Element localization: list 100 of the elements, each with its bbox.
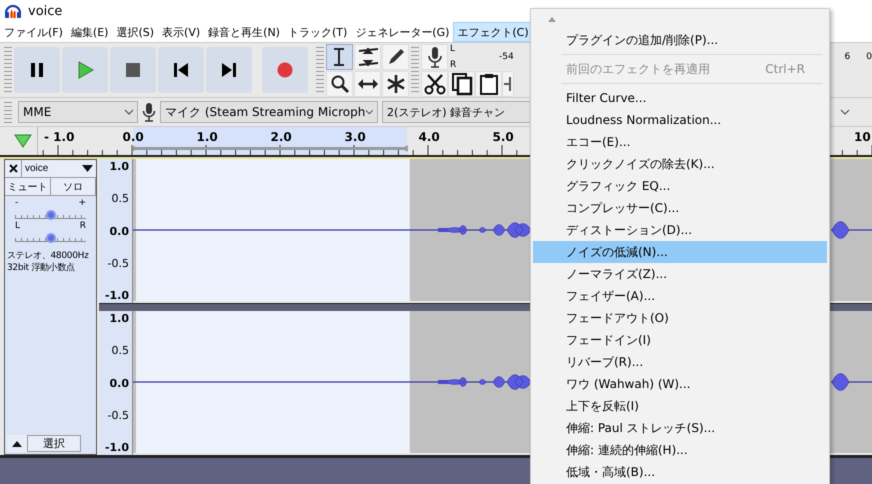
magnifier-tool[interactable] (326, 70, 353, 96)
time-label: - 1.0 (44, 130, 74, 144)
time-label: 4.0 (418, 130, 440, 144)
menu-item[interactable]: 表示(V) (158, 22, 204, 42)
amplitude-label: -1.0 (104, 289, 129, 302)
slider-thumb[interactable] (46, 210, 56, 220)
solo-button[interactable]: ソロ (50, 178, 96, 195)
record-button[interactable] (262, 47, 308, 93)
menu-item[interactable]: 上下を反転(I) (533, 395, 827, 417)
close-button[interactable] (5, 160, 22, 177)
slider-label: L (15, 222, 20, 231)
time-label: 5.0 (492, 130, 514, 144)
trim-icon (504, 76, 512, 90)
menu-item[interactable]: コンプレッサー(C)... (533, 197, 827, 219)
time-label: 3.0 (344, 130, 366, 144)
meter-channel-label: L (450, 44, 456, 54)
menu-item[interactable]: トラック(T) (284, 22, 352, 42)
channels-dropdown[interactable]: 2(ステレオ) 録音チャン (382, 101, 530, 123)
pause-button[interactable] (14, 47, 60, 93)
menu-item[interactable]: フェードイン(I) (533, 329, 827, 351)
menu-item[interactable]: ワウ (Wahwah) (W)... (533, 373, 827, 395)
double-arrow-tool[interactable] (354, 70, 381, 96)
clipboard-button[interactable] (475, 70, 502, 96)
caret-icon (82, 165, 93, 172)
chevron-icon (365, 109, 374, 115)
copy-icon (450, 72, 474, 96)
time-label: 0.0 (122, 130, 144, 144)
copy-button[interactable] (448, 70, 475, 96)
amplitude-label: 0.5 (112, 344, 129, 358)
menu-item[interactable]: ノイズの低減(N)... (533, 241, 827, 263)
menu-item[interactable]: ジェネレーター(G) (351, 22, 454, 42)
time-label: 2.0 (270, 130, 292, 144)
menu-item[interactable]: リバーブ(R)... (533, 351, 827, 373)
menu-item[interactable]: エフェクト(C) (453, 22, 533, 42)
skip-to-end-button[interactable] (206, 47, 252, 93)
menu-item[interactable]: ファイル(F) (0, 22, 67, 42)
grip-handle[interactable] (411, 45, 419, 95)
menu-item[interactable]: 選択(S) (112, 22, 158, 42)
i-beam-tool[interactable] (326, 44, 353, 70)
input-device-dropdown[interactable]: マイク (Steam Streaming Microph (160, 101, 378, 123)
menu-item[interactable]: フェードアウト(O) (533, 307, 827, 329)
meter-scale-label: 6 (844, 52, 850, 62)
meter-channel-label: R (450, 60, 458, 70)
waveform-drawing (831, 220, 872, 240)
track-info-text: ステレオ、48000Hz (7, 250, 90, 262)
menu-item[interactable]: 編集(E) (66, 22, 112, 42)
stop-icon (124, 61, 142, 79)
meter-scale-label: 0 (866, 52, 872, 62)
menu-item[interactable]: 伸縮: Paul ストレッチ(S)... (533, 417, 827, 439)
menu-item[interactable]: ノーマライズ(Z)... (533, 263, 827, 285)
menu-item[interactable]: 伸縮: 連続的伸縮(H)... (533, 439, 827, 461)
slider-label: + (78, 199, 86, 208)
time-label: 1.0 (196, 130, 218, 144)
slider-thumb[interactable] (46, 233, 56, 243)
time-label: 10 (854, 130, 871, 144)
meter-scale-label: -54 (499, 52, 514, 62)
skip-to-start-icon (172, 61, 190, 79)
menu-item[interactable]: Filter Curve... (533, 87, 827, 109)
menu-item[interactable]: Loudness Normalization... (533, 109, 827, 131)
menu-item[interactable]: クリックノイズの除去(K)... (533, 153, 827, 175)
chevron-icon (124, 109, 134, 115)
menu-item[interactable]: フェイザー(A)... (533, 285, 827, 307)
trim-button[interactable] (502, 70, 514, 96)
scissors-button[interactable] (421, 70, 448, 96)
menu-item[interactable]: 低域・高域(B)... (533, 461, 827, 483)
amplitude-label: 0.0 (110, 376, 129, 390)
chevron-icon (840, 109, 850, 115)
pause-icon (28, 61, 46, 79)
menu-item[interactable]: 録音と再生(N) (204, 22, 284, 42)
select-button[interactable]: 選択 (27, 435, 81, 452)
asterisk-tool[interactable] (382, 70, 409, 96)
envelope-tool[interactable] (354, 44, 381, 70)
microphone-icon (142, 102, 156, 122)
pencil-tool[interactable] (382, 44, 409, 70)
up-triangle-icon (12, 440, 22, 446)
grip-handle[interactable] (316, 45, 324, 95)
collapse-button[interactable] (7, 435, 27, 452)
menu-item-label: 前回のエフェクトを再適用 (566, 60, 710, 78)
close-icon (8, 164, 18, 173)
amplitude-label: -0.5 (108, 256, 129, 270)
skip-to-start-button[interactable] (158, 47, 204, 93)
slider-label: - (15, 199, 18, 208)
microphone-icon (426, 46, 442, 68)
menu-item[interactable]: グラフィック EQ... (533, 175, 827, 197)
host-dropdown[interactable]: MME (18, 101, 138, 123)
amplitude-label: 1.0 (110, 312, 129, 325)
menu-item[interactable]: エコー(E)... (533, 131, 827, 153)
amplitude-label: 0.5 (112, 192, 129, 206)
slider-label: R (80, 222, 86, 231)
microphone-button[interactable] (421, 44, 448, 70)
track-name-dropdown[interactable]: voice (22, 160, 96, 177)
mute-button[interactable]: ミュート (5, 178, 50, 195)
waveform-drawing (831, 372, 872, 392)
grip-handle[interactable] (4, 45, 12, 95)
shortcut-text: Ctrl+R (765, 62, 805, 76)
menu-item[interactable]: プラグインの追加/削除(P)... (533, 29, 827, 51)
menu-item[interactable]: ディストーション(D)... (533, 219, 827, 241)
play-icon (76, 61, 94, 79)
stop-button[interactable] (110, 47, 156, 93)
window-title: voice (28, 4, 62, 18)
